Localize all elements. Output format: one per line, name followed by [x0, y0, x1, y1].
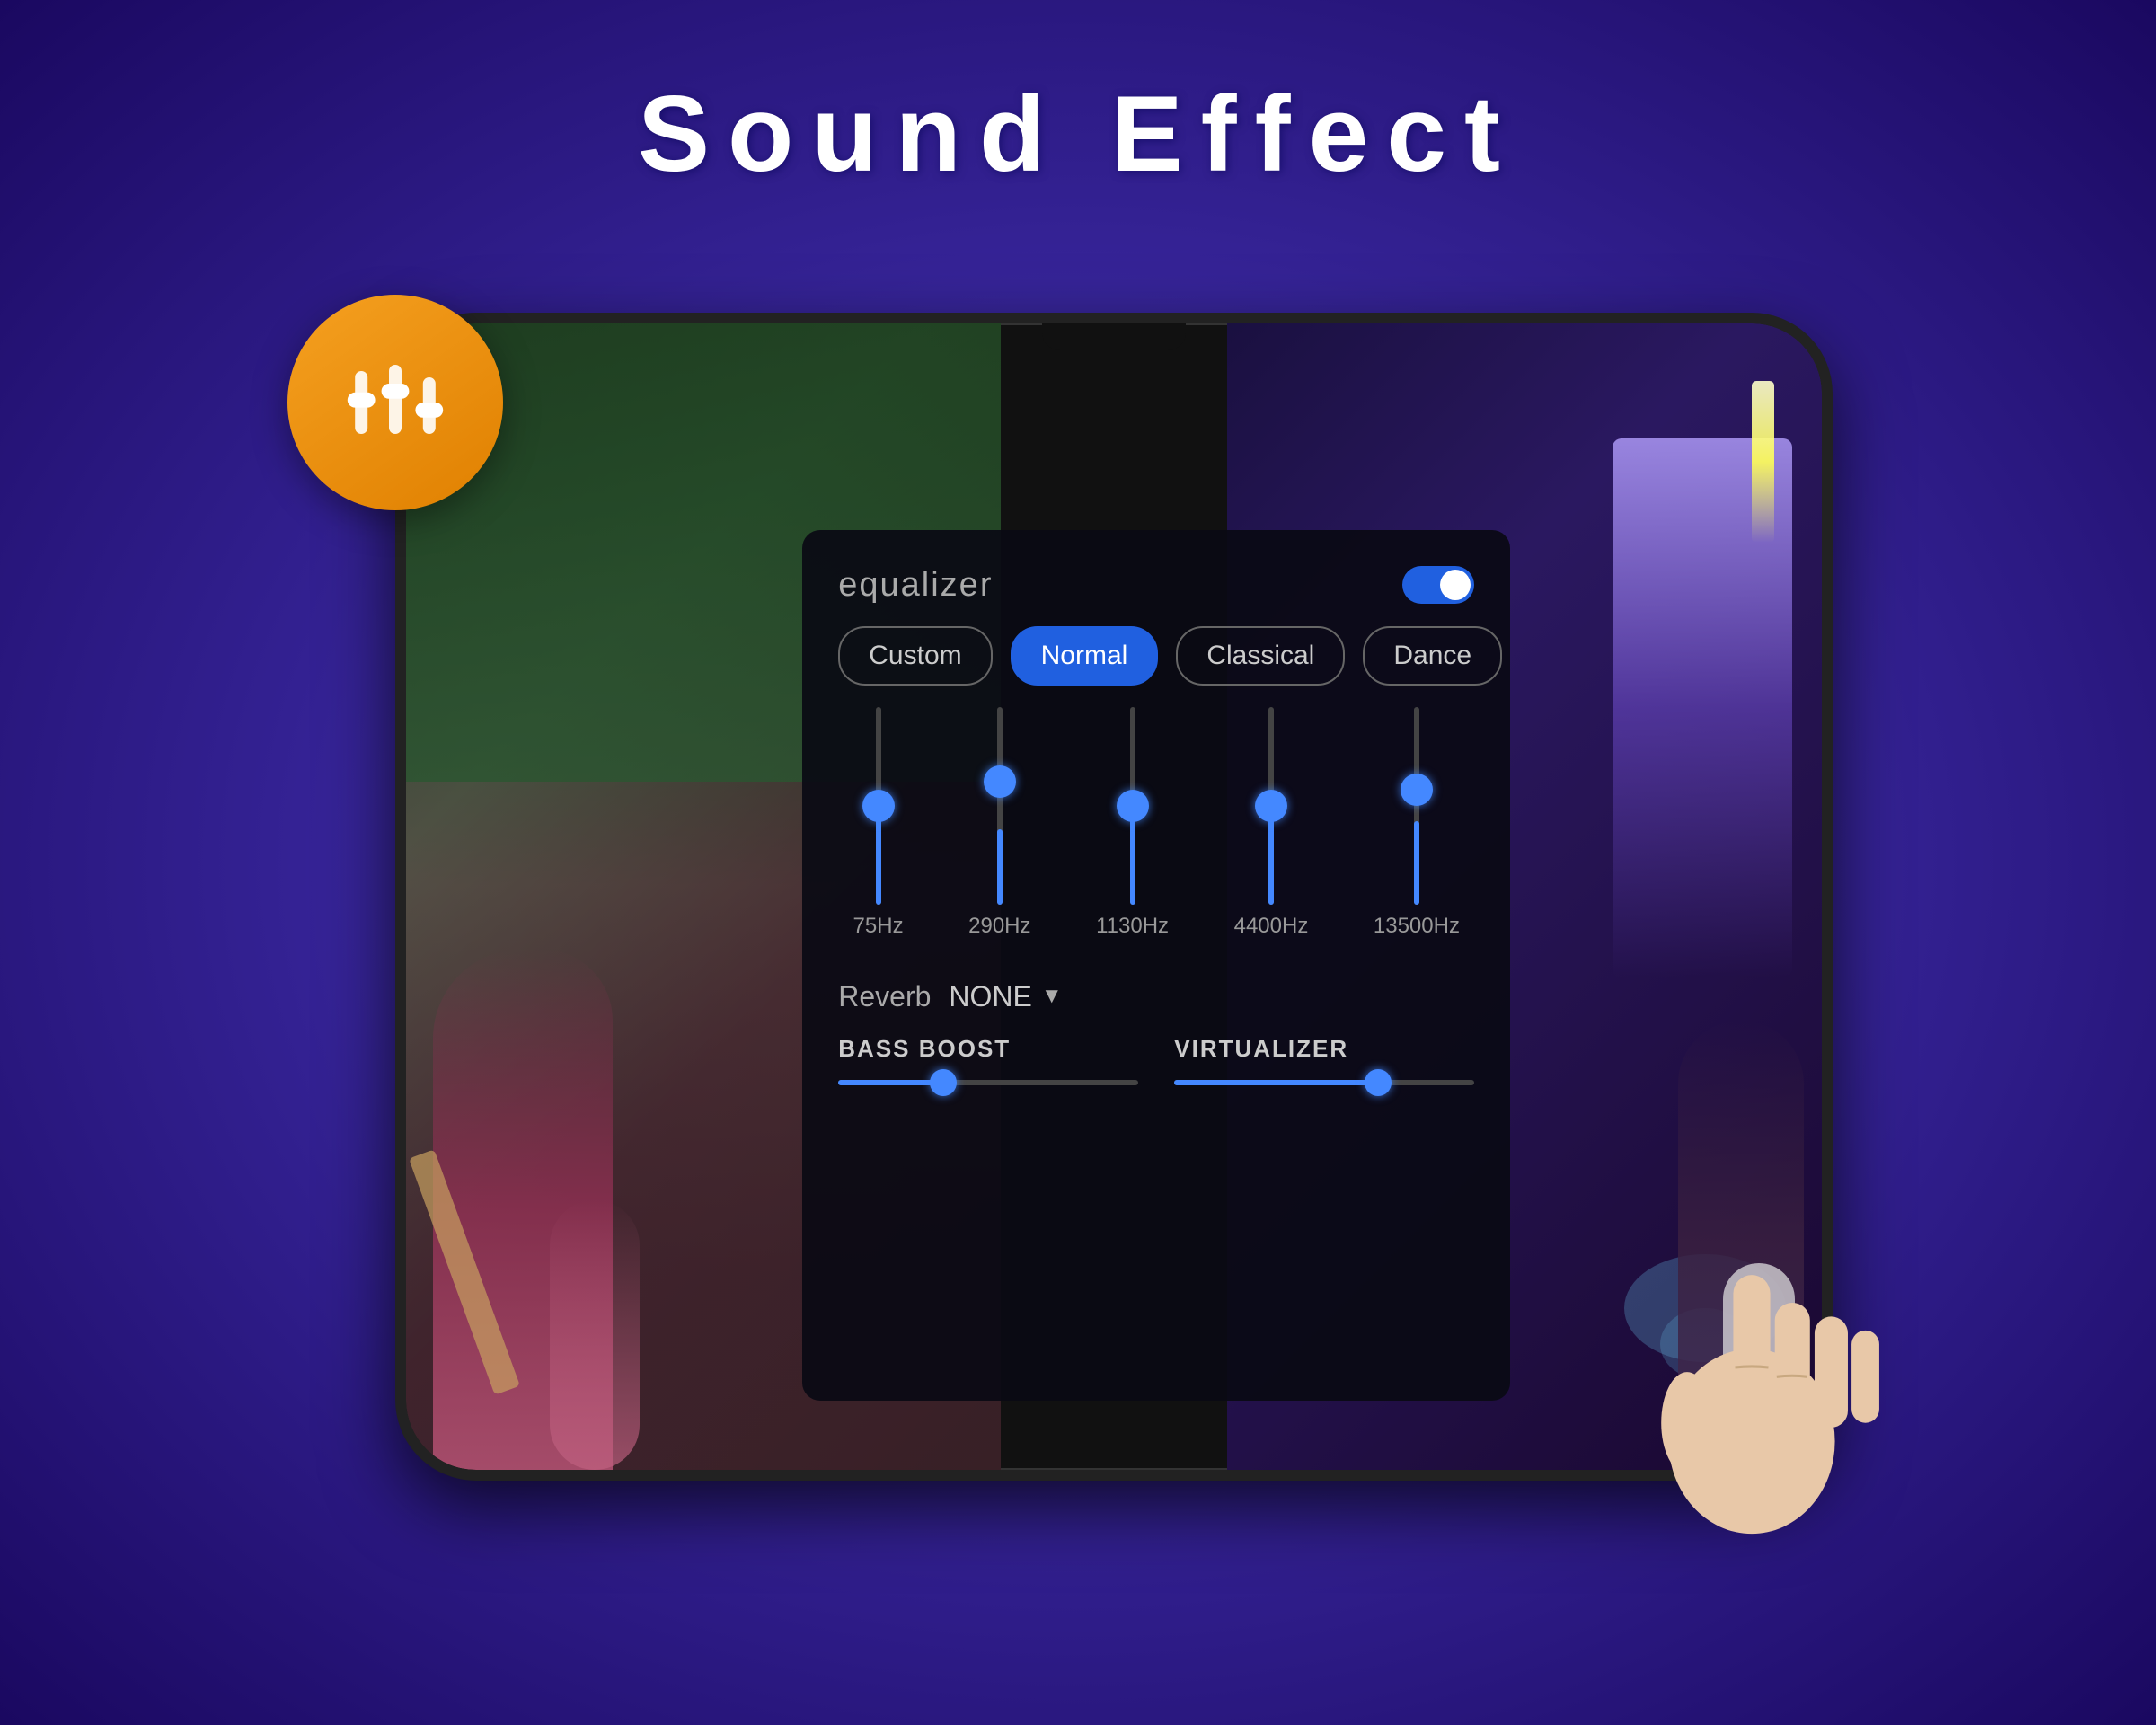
reverb-value: NONE	[949, 980, 1031, 1013]
slider-1130hz: 1130Hz	[1096, 707, 1169, 959]
phone-notch	[1042, 323, 1186, 350]
slider-label-75hz: 75Hz	[853, 914, 904, 939]
bass-boost-col: BASS BOOST	[838, 1035, 1138, 1092]
slider-track-1130hz[interactable]	[1130, 707, 1135, 905]
slider-13500hz: 13500Hz	[1374, 707, 1460, 959]
bass-boost-track	[838, 1080, 1138, 1085]
reverb-select[interactable]: NONE ▼	[949, 980, 1062, 1013]
effects-row: BASS BOOST VIRTUALIZER	[838, 1035, 1474, 1092]
eq-icon-circle[interactable]	[287, 295, 503, 510]
slider-label-4400hz: 4400Hz	[1234, 914, 1309, 939]
equalizer-icon	[332, 340, 458, 465]
slider-290hz: 290Hz	[968, 707, 1030, 959]
bass-boost-fill	[838, 1080, 943, 1085]
slider-track-13500hz[interactable]	[1414, 707, 1419, 905]
slider-label-13500hz: 13500Hz	[1374, 914, 1460, 939]
slider-track-290hz[interactable]	[997, 707, 1003, 905]
bass-boost-slider-row[interactable]	[838, 1074, 1138, 1092]
hand-pointer	[1590, 1238, 1913, 1561]
preset-row: Custom Normal Classical Dance	[838, 626, 1474, 686]
equalizer-toggle[interactable]	[1402, 566, 1474, 604]
eq-sliders-area: 75Hz 290Hz	[838, 707, 1474, 959]
slider-label-290hz: 290Hz	[968, 914, 1030, 939]
page-title: Sound Effect	[638, 72, 1518, 196]
slider-track-75hz[interactable]	[876, 707, 881, 905]
bass-boost-thumb[interactable]	[930, 1069, 957, 1096]
hand-pointer-icon	[1590, 1238, 1913, 1561]
slider-thumb-1130hz[interactable]	[1117, 790, 1149, 822]
reverb-label: Reverb	[838, 980, 931, 1013]
bass-boost-label: BASS BOOST	[838, 1035, 1138, 1063]
phone-area: equalizer Custom Normal Classical Dance	[314, 250, 1842, 1544]
slider-75hz: 75Hz	[853, 707, 904, 959]
virtualizer-track	[1174, 1080, 1474, 1085]
eq-header: equalizer	[838, 566, 1474, 605]
slider-label-1130hz: 1130Hz	[1096, 914, 1169, 939]
virtualizer-thumb[interactable]	[1365, 1069, 1392, 1096]
slider-thumb-4400hz[interactable]	[1255, 790, 1287, 822]
preset-custom-button[interactable]: Custom	[838, 626, 992, 686]
preset-classical-button[interactable]: Classical	[1176, 626, 1345, 686]
preset-dance-button[interactable]: Dance	[1363, 626, 1502, 686]
virtualizer-slider-row[interactable]	[1174, 1074, 1474, 1092]
reverb-dropdown-arrow-icon: ▼	[1041, 984, 1063, 1009]
eq-panel: equalizer Custom Normal Classical Dance	[802, 530, 1510, 1402]
slider-thumb-75hz[interactable]	[862, 790, 895, 822]
slider-thumb-13500hz[interactable]	[1401, 774, 1433, 806]
eq-panel-title: equalizer	[838, 566, 993, 605]
slider-4400hz: 4400Hz	[1234, 707, 1309, 959]
toggle-knob	[1440, 570, 1471, 600]
preset-normal-button[interactable]: Normal	[1011, 626, 1159, 686]
virtualizer-fill	[1174, 1080, 1378, 1085]
reverb-row: Reverb NONE ▼	[838, 980, 1474, 1013]
virtualizer-label: VIRTUALIZER	[1174, 1035, 1474, 1063]
virtualizer-col: VIRTUALIZER	[1174, 1035, 1474, 1092]
slider-thumb-290hz[interactable]	[984, 765, 1016, 798]
slider-track-4400hz[interactable]	[1268, 707, 1274, 905]
